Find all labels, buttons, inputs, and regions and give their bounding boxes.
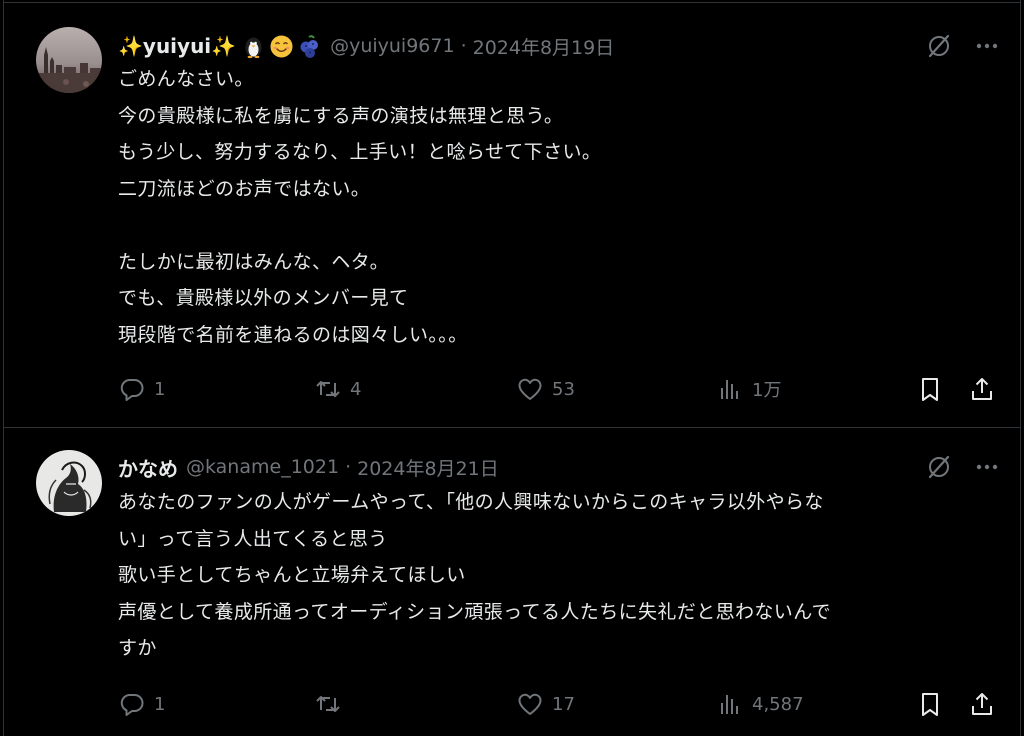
share-button[interactable] — [968, 374, 996, 404]
bookmark-button[interactable] — [916, 689, 944, 719]
share-button[interactable] — [968, 689, 996, 719]
reply-count: 1 — [154, 378, 166, 400]
tweet-card[interactable]: かなめ @kaname_1021 · 2024年8月21日 あなたのファンの人が… — [4, 428, 1020, 736]
tweet-line: 声優として養成所通ってオーディション頑張ってる人たちに失礼だと思わないんで — [118, 600, 832, 623]
smiling-face-emoji-icon — [269, 34, 294, 59]
post-date[interactable]: 2024年8月21日 — [357, 454, 499, 481]
bookmark-icon — [916, 375, 944, 403]
handle[interactable]: @yuiyui9671 — [330, 35, 454, 57]
reply-button[interactable]: 1 — [118, 374, 165, 404]
tweet-line: 歌い手としてちゃんと立場弁えてほしい — [118, 564, 466, 586]
views-bar-chart-icon — [716, 690, 744, 718]
view-count: 1万 — [752, 380, 782, 401]
repost-icon — [314, 690, 342, 718]
tweet-line: あなたのファンの人がゲームやって、「他の人興味ないからこのキャラ以外やらな — [118, 491, 824, 513]
heart-icon — [516, 375, 544, 403]
view-count: 4,587 — [752, 693, 804, 715]
tweet-card[interactable]: ✨yuiyui✨ @yuiyui9671 · 2024年8月19日 ごめんなさい… — [4, 0, 1020, 427]
tweet-line: 現段階で名前を連ねるのは図々しい。。。 — [118, 323, 468, 346]
tweet-line: い」って言う人出てくると思う — [118, 527, 388, 550]
grok-icon[interactable] — [926, 454, 952, 480]
tweet-text: あなたのファンの人がゲームやって、「他の人興味ないからこのキャラ以外やらな い」… — [118, 484, 992, 667]
heart-icon — [516, 690, 544, 718]
tweet-line: すか — [118, 637, 157, 659]
reply-icon — [118, 375, 146, 403]
blueberries-emoji-icon — [297, 34, 322, 59]
more-horizontal-icon[interactable] — [974, 33, 1000, 59]
views-button[interactable]: 4,587 — [716, 689, 804, 719]
reply-button[interactable]: 1 — [118, 689, 165, 719]
repost-icon — [314, 375, 342, 403]
header-actions — [926, 31, 1000, 61]
display-name[interactable]: ✨yuiyui✨ — [118, 34, 236, 58]
post-date[interactable]: 2024年8月19日 — [473, 33, 615, 60]
tweet-line — [118, 207, 992, 244]
more-horizontal-icon[interactable] — [974, 454, 1000, 480]
separator-dot: · — [460, 35, 467, 57]
grok-icon[interactable] — [926, 33, 952, 59]
tweet-line: ごめんなさい。 — [118, 68, 254, 90]
tweet-line: でも、貴殿様以外のメンバー見て — [118, 287, 409, 309]
penguin-emoji-icon — [241, 34, 266, 59]
tweet-header: かなめ @kaname_1021 · 2024年8月21日 — [118, 452, 1000, 482]
bookmark-icon — [916, 690, 944, 718]
timeline-frame: ✨yuiyui✨ @yuiyui9671 · 2024年8月19日 ごめんなさい… — [3, 0, 1021, 736]
like-button[interactable]: 17 — [516, 689, 575, 719]
share-icon — [968, 690, 996, 718]
tweet-line: 二刀流ほどのお声ではない。 — [118, 177, 371, 200]
display-name[interactable]: かなめ — [118, 453, 178, 482]
tweet-line: たしかに最初はみんな、ヘタ。 — [118, 250, 390, 273]
avatar[interactable] — [36, 450, 102, 516]
views-button[interactable]: 1万 — [716, 374, 781, 404]
views-bar-chart-icon — [716, 375, 744, 403]
share-icon — [968, 375, 996, 403]
repost-button[interactable] — [314, 689, 350, 719]
action-bar: 1 17 4,587 — [118, 689, 992, 719]
repost-count: 4 — [350, 378, 362, 400]
tweet-text: ごめんなさい。 今の貴殿様に私を虜にする声の演技は無理と思う。 もう少し、努力す… — [118, 61, 992, 353]
reply-icon — [118, 690, 146, 718]
like-count: 53 — [552, 378, 575, 400]
like-button[interactable]: 53 — [516, 374, 575, 404]
avatar[interactable] — [36, 27, 102, 93]
tweet-line: 今の貴殿様に私を虜にする声の演技は無理と思う。 — [118, 104, 564, 127]
tweet-line: もう少し、努力するなり、上手い！と唸らせて下さい。 — [118, 141, 602, 163]
repost-button[interactable]: 4 — [314, 374, 361, 404]
handle[interactable]: @kaname_1021 — [186, 456, 339, 478]
reply-count: 1 — [154, 693, 166, 715]
separator-dot: · — [345, 456, 352, 478]
name-badges — [241, 34, 322, 59]
tweet-header: ✨yuiyui✨ @yuiyui9671 · 2024年8月19日 — [118, 31, 1000, 61]
bookmark-button[interactable] — [916, 374, 944, 404]
header-actions — [926, 452, 1000, 482]
like-count: 17 — [552, 693, 575, 715]
action-bar: 1 4 53 1万 — [118, 374, 992, 404]
